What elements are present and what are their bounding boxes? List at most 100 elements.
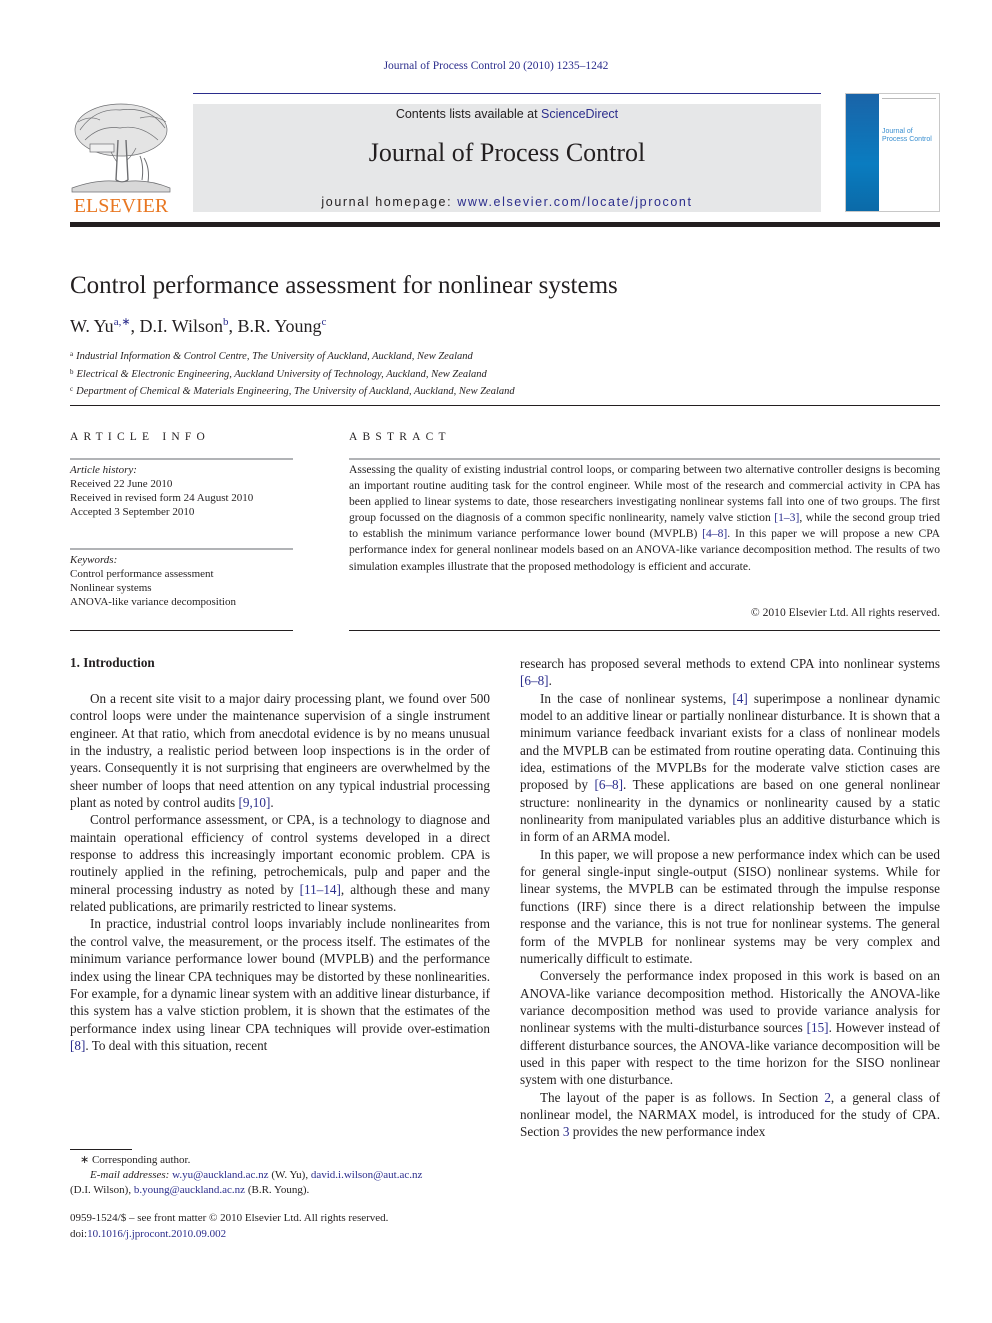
tree-icon — [71, 103, 171, 193]
article-info-heading: ARTICLE INFO — [70, 431, 210, 443]
author-name[interactable]: D.I. Wilson — [140, 316, 223, 336]
email-label: E-mail addresses: — [90, 1169, 173, 1181]
journal-citation-link[interactable]: Journal of Process Control 20 (2010) 123… — [0, 60, 992, 72]
front-matter: 0959-1524/$ – see front matter © 2010 El… — [70, 1211, 388, 1242]
masthead-heavy-rule — [70, 222, 940, 227]
abstract-rule — [349, 458, 940, 460]
cover-title-line1: Journal of — [882, 128, 913, 135]
journal-cover-thumbnail[interactable]: Journal of Process Control — [845, 93, 940, 212]
keyword: ANOVA-like variance decomposition — [70, 596, 236, 608]
citation-link[interactable]: [8] — [70, 1038, 85, 1053]
paragraph: The layout of the paper is as follows. I… — [520, 1089, 940, 1141]
history-label: Article history: — [70, 464, 137, 476]
section-link[interactable]: 2 — [824, 1090, 831, 1105]
article-history: Article history: Received 22 June 2010 R… — [70, 463, 253, 519]
author-affil-link[interactable]: b — [223, 316, 229, 328]
affiliation-text: Industrial Information & Control Centre,… — [76, 351, 473, 362]
journal-masthead: Contents lists available at ScienceDirec… — [193, 104, 821, 212]
article-info-rule — [70, 458, 293, 460]
affiliation-marker: b — [70, 367, 74, 376]
paragraph: In this paper, we will propose a new per… — [520, 846, 940, 966]
email-owner: (B.R. Young). — [245, 1184, 310, 1196]
keywords: Keywords: Control performance assessment… — [70, 553, 236, 609]
paragraph: In practice, industrial control loops in… — [70, 915, 490, 1054]
homepage-line: journal homepage: www.elsevier.com/locat… — [193, 195, 821, 209]
author-name[interactable]: W. Yu — [70, 316, 114, 336]
text-span: The layout of the paper is as follows. I… — [540, 1089, 825, 1105]
keyword: Control performance assessment — [70, 568, 214, 580]
history-item: Received in revised form 24 August 2010 — [70, 492, 254, 504]
email-line: E-mail addresses: w.yu@auckland.ac.nz (W… — [70, 1168, 490, 1183]
text-span: In the case of nonlinear systems, — [540, 690, 733, 706]
footnote-rule — [70, 1149, 132, 1150]
paragraph: Conversely the performance index propose… — [520, 967, 940, 1088]
paragraph: On a recent site visit to a major dairy … — [70, 690, 490, 811]
abstract-heading: ABSTRACT — [349, 431, 451, 443]
article-title: Control performance assessment for nonli… — [70, 272, 618, 299]
history-item: Received 22 June 2010 — [70, 478, 173, 490]
citation-link[interactable]: [4] — [732, 691, 747, 706]
text-span: In practice, industrial control loops in… — [70, 916, 490, 1036]
author-name[interactable]: B.R. Young — [238, 316, 322, 336]
cover-title: Journal of Process Control — [882, 128, 932, 144]
abstract-copyright: © 2010 Elsevier Ltd. All rights reserved… — [750, 606, 940, 619]
affiliation-marker: a — [70, 350, 74, 358]
homepage-link[interactable]: www.elsevier.com/locate/jprocont — [457, 195, 692, 209]
article-info-end-rule — [70, 630, 293, 631]
citation-link[interactable]: [9,10] — [238, 795, 270, 810]
corresponding-author-footnote: ∗ Corresponding author. E-mail addresses… — [70, 1153, 490, 1198]
author-affil-link[interactable]: c — [322, 316, 327, 328]
cover-blue-band — [846, 94, 879, 211]
citation-link[interactable]: [6–8] — [594, 777, 623, 792]
keywords-label: Keywords: — [70, 554, 118, 566]
journal-title: Journal of Process Control — [368, 138, 646, 167]
contents-prefix: Contents lists available at — [395, 107, 542, 121]
affiliation-marker: c — [70, 385, 74, 393]
author-affil-link[interactable]: a,∗ — [114, 316, 131, 328]
text-span: On a recent site visit to a major dairy … — [70, 691, 490, 811]
email-link[interactable]: w.yu@auckland.ac.nz — [172, 1169, 268, 1181]
email-link[interactable]: b.young@auckland.ac.nz — [134, 1184, 245, 1196]
body-left-column: On a recent site visit to a major dairy … — [70, 690, 490, 1054]
elsevier-wordmark: ELSEVIER — [73, 195, 169, 217]
paragraph: In the case of nonlinear systems, [4] su… — [520, 690, 940, 846]
affiliation-text: Department of Chemical & Materials Engin… — [76, 386, 515, 397]
corresponding-author-note: ∗ Corresponding author. — [80, 1154, 191, 1166]
abstract-end-rule — [349, 630, 940, 631]
citation-link[interactable]: [15] — [807, 1020, 829, 1035]
citation-link[interactable]: [11–14] — [300, 882, 341, 897]
affiliation: b Electrical & Electronic Engineering, Au… — [70, 365, 515, 383]
text-span: . To deal with this situation, recent — [85, 1037, 268, 1053]
citation-link[interactable]: [1–3] — [774, 511, 799, 524]
doi-prefix: doi: — [70, 1227, 88, 1240]
text-span: research has proposed several methods to… — [520, 656, 940, 671]
abstract-text: Assessing the quality of existing indust… — [349, 462, 940, 575]
affiliation-list: a Industrial Information & Control Centre… — [70, 347, 515, 400]
history-item: Accepted 3 September 2010 — [70, 506, 195, 518]
cover-header-line — [882, 98, 936, 99]
text-span: . — [548, 673, 552, 689]
author-list: W. Yua,∗, D.I. Wilsonb, B.R. Youngc — [70, 316, 327, 336]
text-span: . — [270, 795, 274, 811]
cover-title-line2: Process Control — [882, 136, 932, 143]
sciencedirect-link[interactable]: ScienceDirect — [541, 107, 618, 121]
text-span: provides the new performance index — [569, 1124, 766, 1140]
affiliation: a Industrial Information & Control Centre… — [70, 347, 515, 365]
email-line: (D.I. Wilson), b.young@auckland.ac.nz (B… — [70, 1183, 490, 1198]
issn-line: 0959-1524/$ – see front matter © 2010 El… — [70, 1212, 389, 1224]
keywords-rule — [70, 548, 293, 550]
email-owner: (W. Yu), — [268, 1169, 311, 1181]
doi-line: doi:10.1016/j.jprocont.2010.09.002 — [70, 1227, 388, 1243]
body-right-column: research has proposed several methods to… — [520, 655, 940, 1141]
doi-link[interactable]: 10.1016/j.jprocont.2010.09.002 — [87, 1228, 226, 1240]
paragraph: research has proposed several methods to… — [520, 655, 940, 690]
affiliation-text: Electrical & Electronic Engineering, Auc… — [76, 368, 487, 380]
email-owner: (D.I. Wilson), — [70, 1184, 134, 1196]
citation-link[interactable]: [4–8] — [702, 527, 727, 540]
paragraph: Control performance assessment, or CPA, … — [70, 811, 490, 915]
email-link[interactable]: david.i.wilson@aut.ac.nz — [311, 1169, 423, 1181]
citation-link[interactable]: [6–8] — [520, 673, 549, 688]
header-rule — [193, 93, 821, 94]
affiliation: c Department of Chemical & Materials Engi… — [70, 382, 515, 400]
title-separator-rule — [70, 405, 940, 406]
